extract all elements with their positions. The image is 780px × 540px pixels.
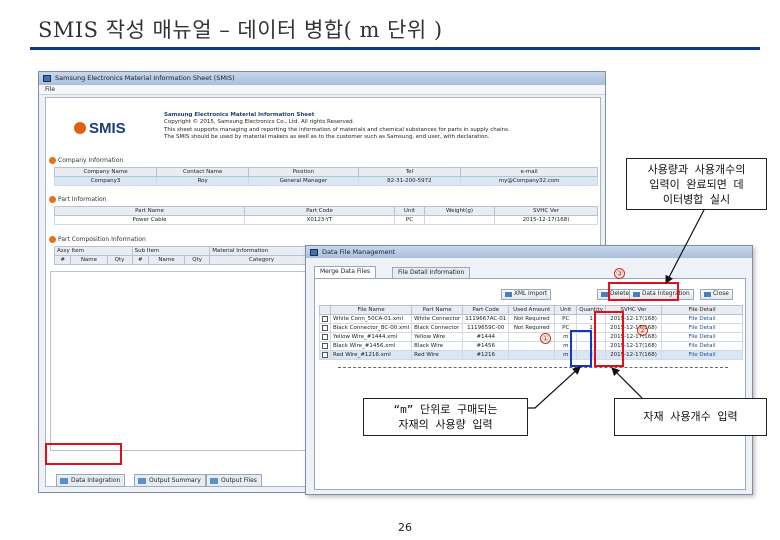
annotation-arrows [528, 209, 705, 409]
arrow-to-unit-column [528, 366, 581, 409]
arrow-to-quantity-column [611, 367, 643, 399]
page-number: 26 [398, 521, 412, 534]
arrow-to-integration-button [665, 209, 705, 285]
